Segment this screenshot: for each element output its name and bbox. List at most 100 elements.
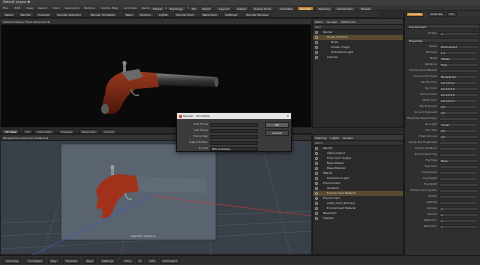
viewport-tab[interactable]: UV (22, 128, 33, 134)
items-row[interactable]: Camera (313, 55, 403, 60)
layout-tab[interactable]: Setup (234, 5, 250, 11)
viewport-tab[interactable]: Schematic (34, 128, 55, 134)
viewport-tab[interactable]: Curves (101, 128, 118, 134)
dialog-field-input[interactable]: PNG (Lossless) (210, 146, 258, 151)
toolbar-button[interactable]: Render Selected (54, 12, 84, 17)
toolbar-button[interactable]: Render (17, 12, 34, 17)
layout-tab[interactable]: Game Tools (250, 5, 275, 11)
shader-row[interactable]: Shaders (313, 216, 403, 221)
close-icon[interactable]: ✕ (286, 113, 289, 119)
toolbar-button[interactable]: Options (136, 12, 154, 17)
toolbar-button[interactable]: Preview (35, 12, 53, 17)
property-value-field[interactable]: 0.0 0.0 0.0 (439, 92, 479, 97)
property-value-field[interactable] (439, 116, 479, 121)
visibility-eye-icon[interactable] (315, 157, 318, 160)
property-value-field[interactable]: 0.0 0.0 0.0 (439, 80, 479, 85)
ok-button[interactable]: OK (265, 122, 289, 128)
visibility-eye-icon[interactable] (315, 212, 318, 215)
toolbar-button[interactable]: Render Item (173, 12, 197, 17)
visibility-eye-icon[interactable] (315, 56, 318, 59)
visibility-eye-icon[interactable] (315, 41, 318, 44)
property-value-field[interactable] (439, 164, 479, 169)
property-value-field[interactable]: 0.0 0.0 0.0 (439, 86, 479, 91)
visibility-eye-icon[interactable] (315, 187, 318, 190)
property-value-field[interactable] (439, 152, 479, 157)
property-value-field[interactable]: 2.0 (439, 134, 479, 139)
property-value-field[interactable] (439, 140, 479, 145)
layout-tab[interactable]: UV (188, 5, 199, 11)
visibility-eye-icon[interactable] (315, 172, 318, 175)
visibility-eye-icon[interactable] (315, 177, 318, 180)
properties-section-header[interactable]: Environment (406, 24, 480, 29)
property-value-field[interactable]: 1.0 (439, 50, 479, 55)
property-value-field[interactable]: Physical Sky (439, 74, 479, 79)
visibility-eye-icon[interactable] (315, 197, 318, 200)
property-value-field[interactable]: Final (439, 62, 479, 67)
layout-tab[interactable]: Preset (358, 5, 374, 11)
status-control[interactable]: Settings (98, 258, 117, 264)
property-value-field[interactable]: ✔ (439, 31, 479, 36)
viewport-tab[interactable]: Mesh Ops (79, 128, 99, 134)
status-control[interactable]: 120 (146, 258, 158, 264)
visibility-eye-icon[interactable] (315, 152, 318, 155)
property-value-field[interactable]: ✔ (439, 224, 479, 229)
visibility-eye-icon[interactable] (315, 207, 318, 210)
dialog-field-input[interactable] (210, 128, 258, 133)
property-value-field[interactable]: None (439, 158, 479, 163)
visibility-eye-icon[interactable] (315, 192, 318, 195)
items-tab[interactable]: Deformers (341, 20, 356, 24)
property-value-field[interactable] (439, 188, 479, 193)
layout-tab[interactable]: Topology (166, 5, 186, 11)
status-control[interactable]: Preview (63, 258, 80, 264)
properties-tab[interactable]: Properties (406, 11, 425, 17)
property-value-field[interactable] (439, 146, 479, 151)
properties-tab[interactable]: Channels (428, 11, 445, 17)
toolbar-button[interactable]: Settings (222, 12, 240, 17)
property-value-field[interactable] (439, 200, 479, 205)
layout-tab[interactable]: Schematic (334, 5, 356, 11)
property-value-field[interactable]: 2.0 (439, 104, 479, 109)
property-value-field[interactable]: Hidden (439, 56, 479, 61)
visibility-eye-icon[interactable] (315, 36, 318, 39)
perspective-viewport[interactable]: Perspective Advanced Default ⊕ Specific … (0, 134, 313, 256)
properties-section-header[interactable]: Properties (406, 38, 480, 43)
dialog-field-input[interactable] (210, 140, 258, 145)
property-value-field[interactable]: 0.0 0.0 0.0 (439, 98, 479, 103)
visibility-eye-icon[interactable] (315, 31, 318, 34)
status-control[interactable]: Play (47, 258, 60, 264)
property-value-field[interactable] (439, 68, 479, 73)
property-value-field[interactable]: ✔ (439, 206, 479, 211)
property-value-field[interactable] (439, 170, 479, 175)
property-value-field[interactable]: ✔ (439, 212, 479, 217)
status-control[interactable]: Keys (83, 258, 97, 264)
status-control[interactable]: Command (159, 258, 180, 264)
visibility-eye-icon[interactable] (315, 46, 318, 49)
layout-tab[interactable]: Render (297, 5, 314, 11)
property-value-field[interactable]: 2.0 (439, 110, 479, 115)
toolbar-button[interactable]: Bake (122, 12, 136, 17)
property-value-field[interactable] (439, 182, 479, 187)
items-tab[interactable]: Items (315, 20, 323, 24)
property-value-field[interactable]: (none) (439, 122, 479, 127)
layout-tab[interactable]: Animate (276, 5, 296, 11)
items-tab[interactable]: Groups (327, 20, 337, 24)
visibility-eye-icon[interactable] (315, 202, 318, 205)
toolbar-button[interactable]: Bake Item (199, 12, 220, 17)
visibility-eye-icon[interactable] (315, 167, 318, 170)
visibility-eye-icon[interactable] (315, 182, 318, 185)
dialog-field-input[interactable] (210, 134, 258, 139)
visibility-eye-icon[interactable] (315, 217, 318, 220)
property-value-field[interactable] (439, 176, 479, 181)
layout-tab[interactable]: Model (150, 5, 166, 11)
viewport-tab[interactable]: Preview (58, 128, 76, 134)
status-control[interactable]: Animated (25, 258, 45, 264)
layout-tab[interactable]: Layout (216, 5, 233, 11)
property-value-field[interactable] (439, 194, 479, 199)
toolbar-button[interactable]: Render Turntable (87, 12, 118, 17)
layout-tab[interactable]: Paint (199, 5, 213, 11)
property-value-field[interactable]: 0.5 (439, 128, 479, 133)
shader-tab[interactable]: Shading (315, 136, 326, 140)
visibility-eye-icon[interactable] (315, 147, 318, 150)
properties-tab[interactable]: Info (446, 11, 457, 17)
shader-tab[interactable]: Lights (330, 136, 338, 140)
